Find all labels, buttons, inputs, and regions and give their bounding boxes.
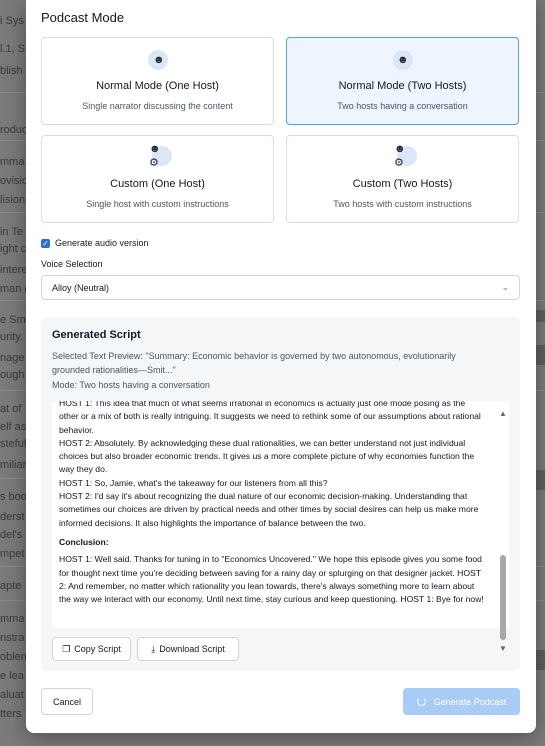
- mode-desc: Single host with custom instructions: [86, 199, 229, 209]
- script-paragraph: HOST 1: So, Jamie, what's the takeaway f…: [59, 477, 328, 488]
- download-script-label: Download Script: [159, 644, 225, 654]
- cancel-button[interactable]: Cancel: [41, 688, 93, 715]
- download-icon: ⤓: [151, 643, 156, 654]
- voice-select-value: Alloy (Neutral): [52, 283, 110, 293]
- backdrop-text: in Te: [0, 226, 24, 238]
- backdrop-text: mma: [0, 156, 25, 168]
- mode-title: Custom (One Host): [110, 178, 205, 190]
- script-paragraph: HOST 2: I'd say it's about recognizing t…: [59, 491, 479, 528]
- voice-select[interactable]: Alloy (Neutral) ⌄: [41, 275, 520, 300]
- generate-audio-row[interactable]: ✓ Generate audio version: [41, 238, 149, 248]
- generate-podcast-button[interactable]: Generate Podcast: [403, 688, 520, 715]
- script-title: Generated Script: [52, 329, 141, 341]
- generated-script-panel: Generated Script Selected Text Preview: …: [41, 317, 520, 671]
- backdrop-text: ough: [0, 369, 25, 381]
- scroll-up-icon[interactable]: ▲: [499, 409, 507, 418]
- copy-icon: ❐: [62, 643, 71, 654]
- backdrop-text: apte: [0, 580, 22, 592]
- backdrop-text: s boo: [0, 491, 27, 503]
- backdrop-text: lision: [0, 194, 26, 206]
- backdrop-text: at of: [0, 403, 22, 415]
- generate-podcast-label: Generate Podcast: [433, 696, 507, 707]
- mode-card-normal-two-hosts[interactable]: ☻ Normal Mode (Two Hosts) Two hosts havi…: [286, 37, 519, 125]
- script-preview: Selected Text Preview: "Summary: Economi…: [52, 351, 456, 375]
- backdrop-text: l.1, S: [0, 43, 26, 55]
- backdrop-text: ovisio: [0, 175, 29, 187]
- backdrop-text: intere: [0, 264, 28, 276]
- backdrop-text: urity.: [0, 331, 24, 343]
- mode-desc: Two hosts with custom instructions: [333, 199, 472, 209]
- script-content-box[interactable]: HOST 1: This idea that much of what seem…: [52, 401, 509, 628]
- backdrop-text: blish: [0, 65, 23, 77]
- script-paragraph: HOST 1: Well said. Thanks for tuning in …: [59, 554, 484, 605]
- backdrop-text: e Smi: [0, 314, 29, 326]
- backdrop-text: derst: [0, 511, 25, 523]
- script-mode: Mode: Two hosts having a conversation: [52, 380, 210, 390]
- podcast-modal: Podcast Mode ☻ Normal Mode (One Host) Si…: [26, 0, 536, 733]
- mode-desc: Two hosts having a conversation: [337, 101, 468, 111]
- scroll-thumb[interactable]: [500, 555, 506, 640]
- backdrop-text: elf as: [0, 421, 27, 433]
- backdrop-text: tters: [0, 708, 22, 720]
- mode-card-normal-one-host[interactable]: ☻ Normal Mode (One Host) Single narrator…: [41, 37, 274, 125]
- voice-selection-label: Voice Selection: [41, 259, 103, 269]
- backdrop-text: man (: [0, 283, 29, 295]
- generate-audio-label: Generate audio version: [55, 238, 149, 248]
- script-paragraph: HOST 2: Absolutely. By acknowledging the…: [59, 437, 475, 475]
- copy-script-label: Copy Script: [74, 644, 121, 654]
- download-script-button[interactable]: ⤓ Download Script: [137, 637, 239, 661]
- mode-card-custom-one-host[interactable]: ☻ ⚙ Custom (One Host) Single host with c…: [41, 135, 274, 223]
- backdrop-text: steful: [0, 438, 27, 450]
- backdrop-text: miliar: [0, 459, 27, 471]
- scroll-down-icon[interactable]: ▼: [499, 644, 507, 653]
- mode-card-custom-two-hosts[interactable]: ☻ ⚙ Custom (Two Hosts) Two hosts with cu…: [286, 135, 519, 223]
- loading-spinner-icon: [416, 697, 426, 706]
- backdrop-text: i Sys: [0, 15, 24, 27]
- backdrop-text: del's: [0, 529, 23, 541]
- mode-desc: Single narrator discussing the content: [82, 101, 233, 111]
- conclusion-heading: Conclusion:: [59, 536, 109, 547]
- generate-audio-checkbox[interactable]: ✓: [41, 238, 50, 248]
- mode-title: Normal Mode (One Host): [96, 80, 219, 92]
- backdrop-text: roduc: [0, 124, 28, 136]
- backdrop-text: mma: [0, 613, 25, 625]
- backdrop-text: nage: [0, 352, 25, 364]
- mode-title: Custom (Two Hosts): [352, 178, 453, 190]
- backdrop-text: mpet: [0, 548, 25, 560]
- copy-script-button[interactable]: ❐ Copy Script: [52, 637, 131, 661]
- backdrop-text: e lea: [0, 670, 24, 682]
- backdrop-text: nstra: [0, 632, 25, 644]
- script-paragraph: HOST 1: This idea that much of what seem…: [59, 401, 481, 435]
- script-text: HOST 1: This idea that much of what seem…: [59, 401, 487, 606]
- mode-title: Normal Mode (Two Hosts): [338, 80, 467, 92]
- backdrop-text: aluat: [0, 689, 24, 701]
- modal-title: Podcast Mode: [41, 10, 125, 25]
- script-scrollbar[interactable]: ▲ ▼: [496, 401, 510, 653]
- chevron-down-icon: ⌄: [501, 282, 509, 292]
